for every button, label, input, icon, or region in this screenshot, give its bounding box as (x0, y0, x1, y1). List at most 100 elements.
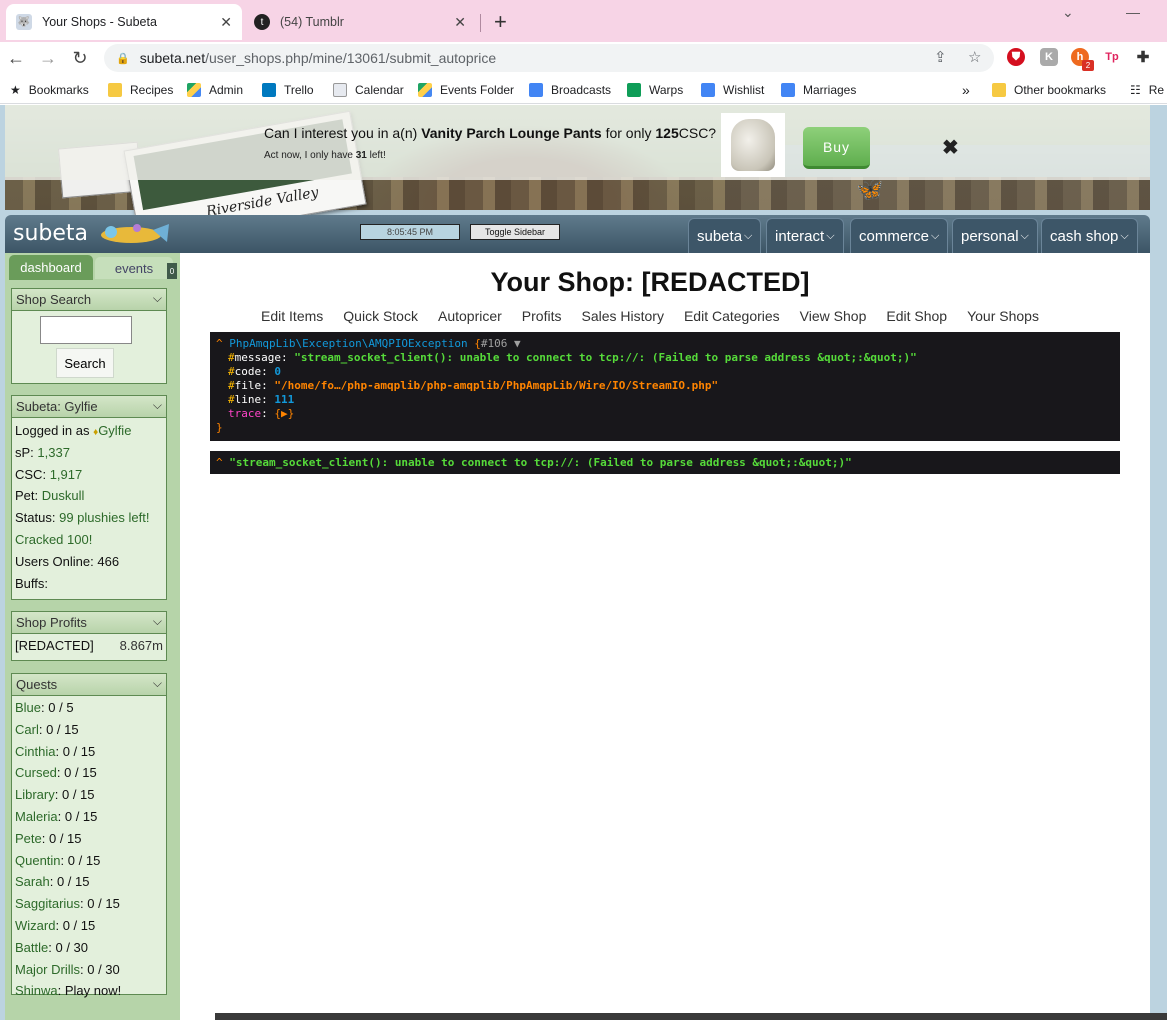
panel-header[interactable]: Subeta: Gylfie ⌵ (12, 396, 166, 418)
quest-row: Shinwa: Play now! (15, 983, 122, 999)
back-icon[interactable]: ← (4, 46, 28, 70)
subeta-favicon-icon: 🐺 (16, 14, 32, 30)
extensions-puzzle-icon[interactable]: ✚ (1134, 48, 1152, 66)
reload-icon[interactable]: ↻ (68, 46, 92, 70)
exception-dump: ^ PhpAmqpLib\Exception\AMQPIOException {… (210, 332, 1120, 441)
ad-text: Can I interest you in a(n) Vanity Parch … (264, 125, 717, 141)
username-link[interactable]: Gylfie (98, 423, 131, 438)
menu-subeta[interactable]: subeta ⌵ (688, 218, 762, 253)
bookmark-star-icon[interactable]: ☆ (968, 48, 981, 66)
tab-events[interactable]: events (95, 257, 173, 279)
nav-edit-shop[interactable]: Edit Shop (886, 308, 947, 324)
sp-value: 1,337 (37, 444, 70, 460)
profits-value: 8.867m (119, 638, 163, 653)
horizontal-scrollbar[interactable] (215, 1013, 1167, 1020)
chevron-down-icon: ⌵ (152, 676, 162, 690)
panel-header[interactable]: Shop Search ⌵ (12, 289, 166, 311)
tab-your-shops[interactable]: 🐺 Your Shops - Subeta ✕ (6, 4, 242, 40)
bookmarks-overflow-icon[interactable]: » (962, 80, 970, 100)
forward-icon[interactable]: → (36, 46, 60, 70)
pet-link[interactable]: Duskull (42, 488, 85, 503)
bookmark-admin[interactable]: Admin (187, 80, 243, 100)
exception-message: "stream_socket_client(): unable to conne… (294, 351, 917, 364)
bookmark-other[interactable]: Other bookmarks (992, 80, 1106, 100)
chevron-down-icon: ⌵ (744, 229, 753, 242)
users-online-value[interactable]: 466 (97, 554, 119, 569)
dump-toggle[interactable]: #106 ▼ (481, 337, 521, 350)
menu-personal[interactable]: personal ⌵ (952, 218, 1038, 253)
subeta-logo[interactable]: subeta (13, 221, 88, 246)
nav-autopricer[interactable]: Autopricer (438, 308, 502, 324)
reading-list[interactable]: ☷ Re (1130, 80, 1164, 100)
new-tab-icon[interactable]: + (494, 9, 507, 35)
quest-row: Battle: 0 / 30 (15, 939, 89, 955)
exception-file[interactable]: "/home/fo…/php-amqplib/php-amqplib/PhpAm… (274, 379, 718, 392)
profits-shop-name[interactable]: [REDACTED] (15, 638, 94, 653)
bookmark-calendar[interactable]: Calendar (333, 80, 404, 100)
bookmark-events-folder[interactable]: Events Folder (418, 80, 514, 100)
menu-cash-shop[interactable]: cash shop ⌵ (1041, 218, 1138, 253)
google-drive-icon (187, 83, 201, 97)
quest-row: Quentin: 0 / 15 (15, 852, 101, 868)
shop-search-input[interactable] (40, 316, 132, 344)
google-docs-icon (781, 83, 795, 97)
tab-search-chevron-icon[interactable]: ⌄ (1062, 4, 1074, 21)
bookmark-bookmarks[interactable]: ★ Bookmarks (10, 80, 89, 100)
nav-edit-items[interactable]: Edit Items (261, 308, 323, 324)
nav-quick-stock[interactable]: Quick Stock (343, 308, 418, 324)
trace-toggle[interactable]: {▶} (274, 407, 294, 420)
ad-subtext: Act now, I only have 31 left! (264, 150, 386, 161)
url-host: subeta.net (139, 50, 206, 66)
menu-commerce[interactable]: commerce ⌵ (850, 218, 949, 253)
close-ad-icon[interactable]: ✖ (942, 135, 959, 160)
chevron-down-icon: ⌵ (1020, 229, 1029, 242)
nav-edit-categories[interactable]: Edit Categories (684, 308, 780, 324)
tumblr-favicon-icon: t (254, 14, 270, 30)
nav-your-shops[interactable]: Your Shops (967, 308, 1039, 324)
tp-extension-icon[interactable]: Tp (1103, 48, 1121, 66)
ublock-extension-icon[interactable]: ⛊ (1007, 48, 1025, 66)
panel-header[interactable]: Shop Profits ⌵ (12, 612, 166, 634)
panel-header[interactable]: Quests ⌵ (12, 674, 166, 696)
bookmarks-bar: ★ Bookmarks Recipes Admin Trello Calendar… (0, 76, 1167, 104)
bookmark-wishlist[interactable]: Wishlist (701, 80, 764, 100)
nav-profits[interactable]: Profits (522, 308, 562, 324)
toggle-sidebar-button[interactable]: Toggle Sidebar (470, 224, 560, 240)
quest-row: Cursed: 0 / 15 (15, 765, 97, 781)
nav-view-shop[interactable]: View Shop (800, 308, 867, 324)
subeta-page: Riverside Valley Can I interest you in a… (0, 105, 1167, 1020)
chevron-down-icon: ⌵ (931, 229, 940, 242)
sidebar-tabs: dashboard events 0 (5, 253, 180, 281)
search-button[interactable]: Search (56, 348, 114, 378)
close-tab-icon[interactable]: ✕ (454, 14, 466, 31)
error-string-dump: ^ "stream_socket_client(): unable to con… (210, 451, 1120, 474)
tab-title: (54) Tumblr (280, 15, 344, 29)
tab-dashboard[interactable]: dashboard (9, 255, 93, 280)
quest-row: Carl: 0 / 15 (15, 721, 79, 737)
buy-button[interactable]: Buy (803, 127, 870, 169)
bookmark-trello[interactable]: Trello (262, 80, 314, 100)
events-badge: 0 (167, 263, 177, 279)
menu-interact[interactable]: interact ⌵ (766, 218, 844, 253)
server-clock: 8:05:45 PM (360, 224, 460, 240)
csc-value: 1,917 (49, 466, 83, 482)
folder-icon (992, 83, 1006, 97)
bookmark-broadcasts[interactable]: Broadcasts (529, 80, 611, 100)
close-tab-icon[interactable]: ✕ (220, 14, 232, 31)
tab-tumblr[interactable]: t (54) Tumblr ✕ (246, 4, 476, 40)
ad-item-image[interactable] (721, 113, 785, 177)
bookmark-marriages[interactable]: Marriages (781, 80, 856, 100)
exception-class[interactable]: PhpAmqpLib\Exception\AMQPIOException (229, 337, 467, 350)
minimize-icon[interactable]: — (1126, 4, 1140, 20)
lock-icon: 🔒 (116, 52, 130, 65)
share-icon[interactable]: ⇪ (934, 48, 947, 66)
folder-icon (108, 83, 122, 97)
nav-sales-history[interactable]: Sales History (581, 308, 663, 324)
bookmark-recipes[interactable]: Recipes (108, 80, 173, 100)
address-bar[interactable]: 🔒 subeta.net/user_shops.php/mine/13061/s… (104, 44, 994, 72)
bookmark-warps[interactable]: Warps (627, 80, 683, 100)
user-panel: Subeta: Gylfie ⌵ Logged in as ♦Gylfie sP:… (11, 395, 167, 600)
url-path: /user_shops.php/mine/13061/submit_autopr… (205, 50, 497, 66)
status-value: 99 plushies left! (59, 510, 150, 526)
extension-icon[interactable]: K (1040, 48, 1058, 66)
